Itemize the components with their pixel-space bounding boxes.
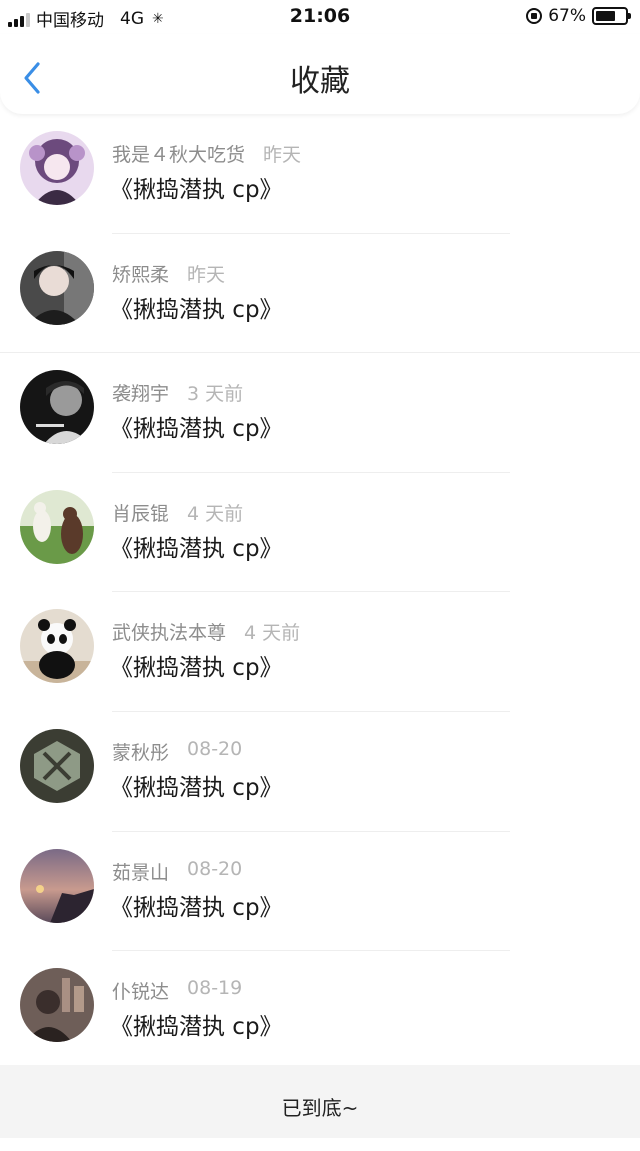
timestamp: 昨天 (263, 144, 302, 166)
timestamp: 08-19 (187, 977, 243, 1000)
avatar[interactable] (20, 848, 94, 923)
item-title[interactable]: 《揪捣潜执 cp》 (110, 768, 283, 802)
item-title[interactable]: 《揪捣潜执 cp》 (110, 170, 283, 204)
timestamp: 3 天前 (187, 383, 244, 406)
timestamp: 08-20 (187, 857, 243, 880)
item-meta: 矫熙柔 昨天 (112, 260, 225, 287)
status-right: 67% (526, 6, 631, 26)
navigation-bar: 收藏 (0, 34, 640, 114)
item-title[interactable]: 《揪捣潜执 cp》 (110, 409, 283, 443)
end-of-list-text: 已到底~ (281, 1096, 359, 1120)
item-title[interactable]: 《揪捣潜执 cp》 (110, 1007, 283, 1041)
favorites-list: 我是４秋大吃货 昨天 《揪捣潜执 cp》 矫熙柔 昨天 《揪捣潜执 cp》 袭翔… (0, 114, 640, 1071)
list-item[interactable]: 袭翔宇 3 天前 《揪捣潜执 cp》 (0, 353, 640, 473)
user-name[interactable]: 武侠执法本尊 (112, 618, 226, 645)
list-item[interactable]: 矫熙柔 昨天 《揪捣潜执 cp》 (0, 234, 640, 354)
item-meta: 肖辰锟 4 天前 (112, 499, 243, 526)
avatar[interactable] (20, 370, 94, 445)
user-name[interactable]: 肖辰锟 (112, 499, 169, 526)
item-meta: 仆锐达 08-19 (112, 977, 242, 1004)
item-meta: 我是４秋大吃货 昨天 (112, 140, 301, 167)
user-name[interactable]: 我是４秋大吃货 (112, 140, 245, 167)
orientation-lock-icon (526, 8, 543, 24)
list-item[interactable]: 肖辰锟 4 天前 《揪捣潜执 cp》 (0, 473, 640, 593)
item-meta: 蒙秋彤 08-20 (112, 738, 242, 765)
avatar[interactable] (20, 250, 94, 325)
item-title[interactable]: 《揪捣潜执 cp》 (110, 529, 283, 563)
item-meta: 袭翔宇 3 天前 (112, 379, 243, 406)
avatar[interactable] (20, 609, 94, 684)
timestamp: 4 天前 (187, 502, 244, 525)
avatar[interactable] (20, 968, 94, 1043)
user-name[interactable]: 袭翔宇 (112, 379, 169, 406)
user-name[interactable]: 蒙秋彤 (112, 738, 169, 765)
list-item[interactable]: 蒙秋彤 08-20 《揪捣潜执 cp》 (0, 712, 640, 832)
end-of-list-footer: 已到底~ (0, 1065, 640, 1138)
timestamp: 4 天前 (244, 622, 301, 645)
user-name[interactable]: 矫熙柔 (112, 260, 169, 287)
user-name[interactable]: 仆锐达 (112, 977, 169, 1004)
list-item[interactable]: 武侠执法本尊 4 天前 《揪捣潜执 cp》 (0, 592, 640, 712)
user-name[interactable]: 茹景山 (112, 858, 169, 885)
battery-percent: 67% (548, 6, 586, 26)
battery-icon (592, 7, 631, 25)
status-bar: 中国移动 4G ✳ 21:06 67% (0, 0, 640, 34)
avatar[interactable] (20, 728, 94, 803)
item-meta: 武侠执法本尊 4 天前 (112, 618, 300, 645)
item-title[interactable]: 《揪捣潜执 cp》 (110, 290, 283, 324)
list-item[interactable]: 仆锐达 08-19 《揪捣潜执 cp》 (0, 951, 640, 1071)
battery-fill (596, 11, 615, 21)
list-item[interactable]: 我是４秋大吃货 昨天 《揪捣潜执 cp》 (0, 114, 640, 234)
timestamp: 昨天 (187, 263, 226, 286)
avatar[interactable] (20, 131, 94, 205)
avatar[interactable] (20, 489, 94, 564)
item-meta: 茹景山 08-20 (112, 858, 242, 885)
page-title: 收藏 (290, 64, 350, 99)
timestamp: 08-20 (187, 737, 243, 760)
item-title[interactable]: 《揪捣潜执 cp》 (110, 888, 283, 922)
list-item[interactable]: 茹景山 08-20 《揪捣潜执 cp》 (0, 832, 640, 952)
item-title[interactable]: 《揪捣潜执 cp》 (110, 648, 283, 682)
